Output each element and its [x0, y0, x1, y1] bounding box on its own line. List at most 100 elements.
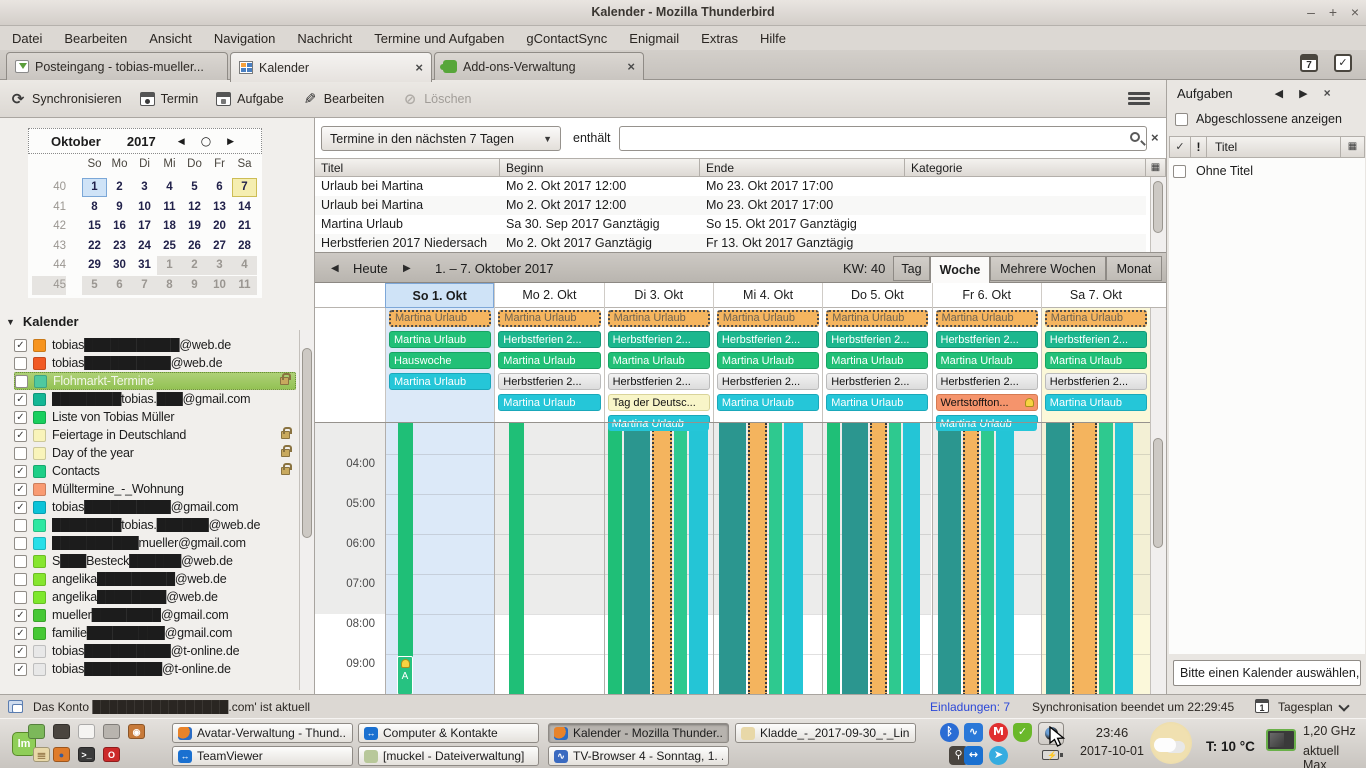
- hamburger-menu-icon[interactable]: [1128, 90, 1150, 106]
- mini-calendar-day[interactable]: 1: [157, 256, 182, 275]
- monitor-pulse-icon[interactable]: ∿: [964, 723, 983, 742]
- taskbar-button[interactable]: ∿TV-Browser 4 - Sonntag, 1. ...: [548, 746, 729, 766]
- allday-event[interactable]: Herbstferien 2...: [717, 373, 819, 390]
- tab-close-icon[interactable]: ×: [627, 59, 635, 74]
- calendar-checkbox[interactable]: [14, 555, 27, 568]
- mini-calendar-day[interactable]: 30: [107, 256, 132, 275]
- search-icon[interactable]: [1130, 132, 1140, 142]
- sidebar-scrollbar[interactable]: [299, 330, 314, 690]
- allday-event[interactable]: Martina Urlaub: [389, 373, 491, 390]
- allday-event[interactable]: Martina Urlaub: [498, 394, 600, 411]
- new-task-input[interactable]: Bitte einen Kalender auswählen,: [1173, 660, 1361, 686]
- allday-event[interactable]: Herbstferien 2...: [717, 331, 819, 348]
- calendar-list-item[interactable]: ✓████████tobias.███@gmail.com: [14, 390, 296, 408]
- allday-column[interactable]: Martina UrlaubHerbstferien 2...Martina U…: [822, 308, 931, 422]
- mini-calendar-day[interactable]: 7: [132, 276, 157, 295]
- day-grid-column[interactable]: [822, 423, 931, 694]
- multiday-event-stripe[interactable]: [1115, 423, 1133, 694]
- tasks-col-title[interactable]: Titel: [1207, 136, 1341, 158]
- calendar-list-item[interactable]: Flohmarkt-Termine: [14, 372, 296, 390]
- mini-calendar-today-icon[interactable]: ○: [201, 135, 211, 147]
- mini-calendar-day[interactable]: 16: [107, 217, 132, 236]
- calendar-list-item[interactable]: ██████████mueller@gmail.com: [14, 534, 296, 552]
- tab-inbox[interactable]: Posteingang - tobias-mueller...: [6, 52, 228, 80]
- menu-ansicht[interactable]: Ansicht: [149, 31, 192, 46]
- mini-calendar-day[interactable]: 26: [182, 237, 207, 256]
- day-grid-column[interactable]: [1041, 423, 1150, 694]
- mini-calendar-day[interactable]: 24: [132, 237, 157, 256]
- camera-icon[interactable]: ◉: [128, 724, 145, 739]
- notes-icon[interactable]: 𝄙: [33, 747, 50, 762]
- search-input[interactable]: [619, 126, 1147, 151]
- multiday-event-stripe[interactable]: [784, 423, 803, 694]
- allday-event[interactable]: Martina Urlaub: [1045, 310, 1147, 327]
- calendar-list-item[interactable]: ✓mueller████████@gmail.com: [14, 606, 296, 624]
- mini-calendar-day[interactable]: 5: [182, 178, 207, 197]
- view-tab-woche[interactable]: Woche: [930, 256, 990, 283]
- mini-calendar-day[interactable]: 12: [182, 198, 207, 217]
- event-table-scrollbar-thumb[interactable]: [1153, 181, 1163, 233]
- chevron-down-icon[interactable]: [1338, 700, 1349, 711]
- tasks-col-priority[interactable]: !: [1191, 136, 1207, 158]
- multiday-event-stripe[interactable]: [719, 423, 746, 694]
- allday-column[interactable]: Martina UrlaubHerbstferien 2...Martina U…: [713, 308, 822, 422]
- allday-event[interactable]: Martina Urlaub: [826, 394, 928, 411]
- tasks-column-picker-icon[interactable]: ▦: [1341, 136, 1365, 158]
- menu-bearbeiten[interactable]: Bearbeiten: [64, 31, 127, 46]
- allday-event[interactable]: Hauswoche: [389, 352, 491, 369]
- mini-calendar-day[interactable]: 23: [107, 237, 132, 256]
- grid-event[interactable]: A: [397, 656, 413, 694]
- mini-calendar-day[interactable]: 3: [132, 178, 157, 197]
- calendar-list-item[interactable]: ✓tobias█████████@t-online.de: [14, 660, 296, 678]
- maximize-button[interactable]: +: [1325, 4, 1341, 20]
- day-grid-column[interactable]: Martina Urlaub: [932, 423, 1041, 694]
- calendar-view-icon[interactable]: 7: [1300, 54, 1318, 72]
- column-picker-icon[interactable]: ▦: [1146, 158, 1166, 177]
- close-button[interactable]: ×: [1347, 4, 1363, 20]
- allday-column[interactable]: Martina UrlaubHerbstferien 2...Martina U…: [1041, 308, 1150, 422]
- multiday-event-stripe[interactable]: [1099, 423, 1113, 694]
- column-header-beginn[interactable]: Beginn: [500, 158, 700, 177]
- multiday-event-stripe[interactable]: [903, 423, 920, 694]
- calendar-list-item[interactable]: ✓Mülltermine_-_Wohnung: [14, 480, 296, 498]
- calendar-checkbox[interactable]: ✓: [14, 429, 27, 442]
- allday-event[interactable]: Martina Urlaub: [826, 310, 928, 327]
- allday-event[interactable]: Herbstferien 2...: [1045, 373, 1147, 390]
- multiday-event-stripe[interactable]: [624, 423, 650, 694]
- mini-calendar-day[interactable]: 11: [232, 276, 257, 295]
- tab-kalender[interactable]: Kalender×: [230, 52, 432, 82]
- mini-calendar-day[interactable]: 8: [157, 276, 182, 295]
- allday-event[interactable]: Martina Urlaub: [389, 331, 491, 348]
- allday-column[interactable]: Martina UrlaubMartina UrlaubHauswocheMar…: [385, 308, 494, 422]
- multiday-event-stripe[interactable]: [652, 423, 672, 694]
- multiday-event-stripe[interactable]: [748, 423, 767, 694]
- calendar-checkbox[interactable]: [14, 591, 27, 604]
- allday-event[interactable]: Martina Urlaub: [608, 415, 710, 422]
- multiday-event-stripe[interactable]: [1046, 423, 1070, 694]
- calendar-checkbox[interactable]: ✓: [14, 645, 27, 658]
- allday-event[interactable]: Herbstferien 2...: [1045, 331, 1147, 348]
- mini-calendar-month[interactable]: Oktober: [51, 134, 101, 149]
- calendar-list-item[interactable]: S███Besteck██████@web.de: [14, 552, 296, 570]
- mini-calendar-day[interactable]: 15: [82, 217, 107, 236]
- taskbar-button[interactable]: ↔Computer & Kontakte: [358, 723, 539, 743]
- mini-calendar-day[interactable]: 11: [157, 198, 182, 217]
- calendar-list-item[interactable]: ████████tobias.██████@web.de: [14, 516, 296, 534]
- allday-column[interactable]: Martina UrlaubHerbstferien 2...Martina U…: [604, 308, 713, 422]
- calendar-list-item[interactable]: ✓Feiertage in Deutschland: [14, 426, 296, 444]
- multiday-event-stripe[interactable]: [1072, 423, 1097, 694]
- tasks-next-icon[interactable]: ▶: [1299, 87, 1307, 100]
- multiday-event-stripe[interactable]: [827, 423, 840, 694]
- archive-icon[interactable]: [103, 724, 120, 739]
- multiday-event-stripe[interactable]: [996, 423, 1014, 694]
- next-week-icon[interactable]: ▶: [403, 263, 411, 274]
- minimize-button[interactable]: –: [1303, 4, 1319, 20]
- calendar-checkbox[interactable]: [14, 537, 27, 550]
- calendar-list-item[interactable]: ✓Liste von Tobias Müller: [14, 408, 296, 426]
- column-header-titel[interactable]: Titel: [315, 158, 500, 177]
- mini-calendar-day[interactable]: 1: [82, 178, 107, 197]
- calendar-checkbox[interactable]: ✓: [14, 483, 27, 496]
- telegram-icon[interactable]: ➤: [989, 746, 1008, 765]
- tasks-close-icon[interactable]: ×: [1324, 86, 1331, 100]
- multiday-event-stripe[interactable]: [509, 423, 524, 694]
